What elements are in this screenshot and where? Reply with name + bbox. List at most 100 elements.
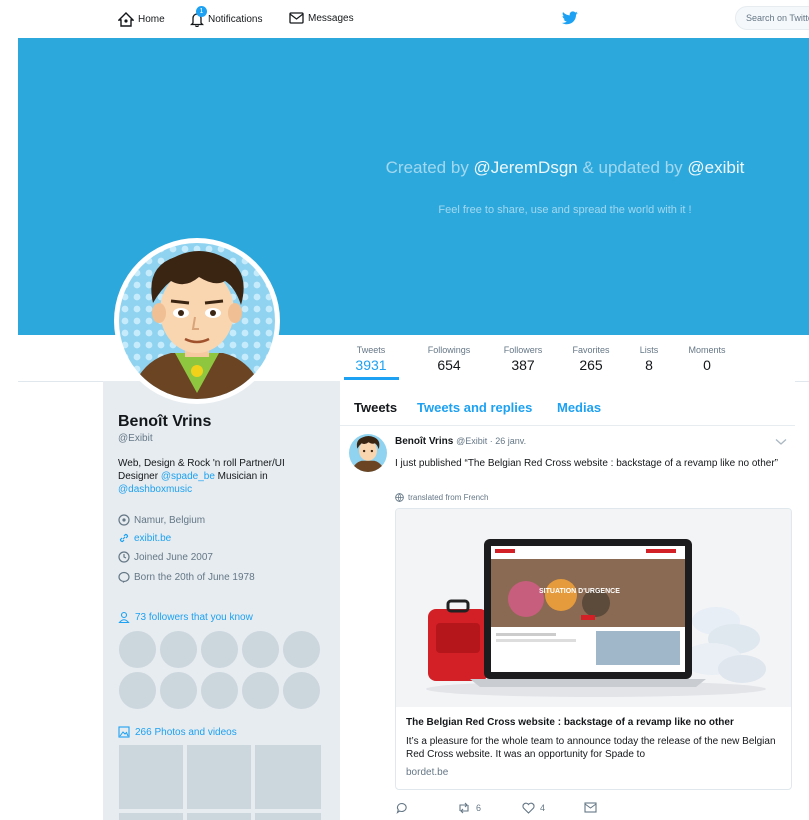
- nav-notifications-label: Notifications: [208, 14, 263, 25]
- profile-joined-text: Joined June 2007: [134, 551, 213, 563]
- bio-text-2: Musician in: [214, 471, 268, 482]
- twitter-bird-icon[interactable]: [562, 11, 578, 25]
- follower-avatar[interactable]: [201, 672, 238, 709]
- link-card[interactable]: SITUATION D'URGENCE The Belgian Red Cros…: [395, 508, 792, 790]
- avatar-illustration: [119, 243, 275, 399]
- follower-avatar[interactable]: [201, 631, 238, 668]
- profile-website[interactable]: exibit.be: [118, 532, 171, 544]
- followers-you-know-link[interactable]: 73 followers that you know: [118, 611, 253, 623]
- stat-followings[interactable]: Followings 654: [420, 345, 478, 373]
- tab-tweets[interactable]: Tweets: [354, 400, 397, 415]
- follower-avatar[interactable]: [160, 631, 197, 668]
- reply-button[interactable]: [396, 802, 408, 814]
- card-illustration: SITUATION D'URGENCE: [396, 509, 791, 707]
- banner-title: Created by @JeremDsgn & updated by @exib…: [360, 158, 770, 178]
- tweet-text: I just published “The Belgian Red Cross …: [395, 458, 778, 469]
- profile-joined: Joined June 2007: [118, 551, 213, 563]
- notifications-badge: 1: [196, 6, 207, 17]
- photos-videos-link[interactable]: 266 Photos and videos: [118, 726, 237, 738]
- nav-messages[interactable]: Messages: [289, 12, 354, 24]
- stat-moments[interactable]: Moments 0: [680, 345, 734, 373]
- clock-icon: [118, 551, 130, 563]
- profile-website-text: exibit.be: [134, 532, 172, 544]
- follower-avatar[interactable]: [242, 631, 279, 668]
- card-domain: bordet.be: [406, 767, 449, 778]
- tweet-author-handle[interactable]: @Exibit · 26 janv.: [456, 436, 526, 446]
- card-description: It’s a pleasure for the whole team to an…: [406, 736, 776, 760]
- globe-icon: [395, 493, 404, 502]
- follower-avatar[interactable]: [283, 672, 320, 709]
- tweet-header: Benoît Vrins @Exibit · 26 janv.: [395, 436, 526, 447]
- follower-avatar[interactable]: [119, 672, 156, 709]
- profile-location: Namur, Belgium: [118, 514, 205, 526]
- stat-lists-value: 8: [645, 357, 653, 373]
- stat-tweets[interactable]: Tweets 3931: [346, 345, 396, 373]
- retweet-icon: [459, 802, 469, 814]
- tab-medias[interactable]: Medias: [557, 400, 601, 415]
- banner-user-1[interactable]: @JeremDsgn: [474, 158, 578, 177]
- tabs-divider: [340, 425, 795, 426]
- nav-notifications[interactable]: 1 Notifications: [190, 6, 263, 27]
- envelope-icon: [584, 802, 597, 813]
- translated-note-text: translated from French: [408, 493, 489, 502]
- stat-followers-value: 387: [511, 357, 535, 373]
- tab-tweets-and-replies[interactable]: Tweets and replies: [417, 400, 532, 415]
- stat-tweets-label: Tweets: [356, 345, 386, 355]
- stat-followers-label: Followers: [503, 345, 543, 355]
- photo-tile[interactable]: [119, 745, 183, 809]
- nav-home[interactable]: Home: [118, 12, 165, 27]
- person-icon: [118, 611, 130, 623]
- photo-tile[interactable]: [187, 745, 251, 809]
- banner-subtitle: Feel free to share, use and spread the w…: [438, 204, 692, 216]
- like-count: 4: [540, 803, 546, 813]
- banner-title-prefix: Created by: [385, 158, 474, 177]
- like-button[interactable]: 4: [522, 802, 545, 814]
- direct-message-button[interactable]: [584, 802, 597, 813]
- stat-moments-label: Moments: [688, 345, 726, 355]
- home-icon: [118, 12, 134, 27]
- stat-favorites-value: 265: [579, 357, 603, 373]
- photos-videos-text: 266 Photos and videos: [135, 726, 237, 738]
- banner-title-mid: & updated by: [577, 158, 688, 177]
- tweet-avatar-illustration: [349, 434, 387, 472]
- stat-favorites-label: Favorites: [572, 345, 610, 355]
- link-icon: [119, 533, 129, 543]
- photo-tile[interactable]: [187, 813, 251, 820]
- stat-lists[interactable]: Lists 8: [632, 345, 666, 373]
- stat-tweets-value: 3931: [355, 357, 387, 373]
- tweet-author-name[interactable]: Benoît Vrins: [395, 436, 453, 447]
- retweet-button[interactable]: 6: [457, 802, 481, 814]
- profile-name: Benoît Vrins: [118, 413, 212, 430]
- balloon-icon: [118, 571, 130, 583]
- photo-tile[interactable]: [119, 813, 183, 820]
- envelope-icon: [289, 12, 304, 24]
- stat-lists-label: Lists: [639, 345, 659, 355]
- notifications-icon-wrap: 1: [190, 6, 207, 27]
- stat-followings-value: 654: [437, 357, 461, 373]
- search-input[interactable]: Search on Twitter: [735, 6, 809, 30]
- stat-moments-value: 0: [703, 357, 711, 373]
- chevron-down-icon[interactable]: [775, 438, 787, 446]
- stat-followers[interactable]: Followers 387: [495, 345, 551, 373]
- photo-tile[interactable]: [255, 745, 321, 809]
- bio-link-dashbox[interactable]: @dashboxmusic: [118, 484, 192, 495]
- active-stat-indicator: [344, 377, 399, 380]
- profile-location-text: Namur, Belgium: [134, 514, 206, 526]
- image-icon: [118, 726, 130, 738]
- banner-user-2[interactable]: @exibit: [687, 158, 744, 177]
- tweet-avatar[interactable]: [349, 434, 387, 472]
- card-image: SITUATION D'URGENCE: [396, 509, 791, 707]
- follower-avatar[interactable]: [283, 631, 320, 668]
- follower-avatar[interactable]: [119, 631, 156, 668]
- bio-link-spade[interactable]: @spade_be: [161, 471, 215, 482]
- card-title: The Belgian Red Cross website : backstag…: [406, 717, 734, 728]
- avatar[interactable]: [119, 243, 275, 399]
- profile-born: Born the 20th of June 1978: [118, 571, 255, 583]
- photo-tile[interactable]: [255, 813, 321, 820]
- stat-favorites[interactable]: Favorites 265: [564, 345, 618, 373]
- card-image-headline: SITUATION D'URGENCE: [539, 588, 620, 595]
- followers-you-know-text: 73 followers that you know: [135, 611, 253, 623]
- follower-avatar[interactable]: [242, 672, 279, 709]
- translated-note[interactable]: translated from French: [395, 493, 488, 502]
- follower-avatar[interactable]: [160, 672, 197, 709]
